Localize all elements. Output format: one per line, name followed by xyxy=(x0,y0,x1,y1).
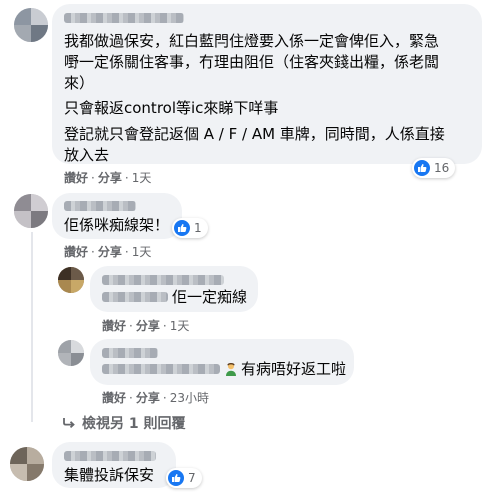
reaction-badge[interactable]: 16 xyxy=(412,158,456,178)
like-icon xyxy=(414,160,430,176)
comment-text-line: 我都做過保安，紅白藍閂住燈要入係一定會俾佢入，緊急 xyxy=(64,32,440,50)
comment-actions: 讚好 · 分享 · 1天 xyxy=(64,171,152,185)
like-icon xyxy=(168,470,184,486)
timestamp[interactable]: 1天 xyxy=(132,245,152,259)
comment-text-line: 放入去 xyxy=(64,146,110,164)
like-button[interactable]: 讚好 xyxy=(64,171,88,185)
share-button[interactable]: 分享 xyxy=(136,319,160,333)
avatar[interactable] xyxy=(14,8,48,42)
comment-text-line: 只會報返control等ic來睇下咩事 xyxy=(64,99,279,117)
share-button[interactable]: 分享 xyxy=(98,171,122,185)
comment-text-line: 來） xyxy=(64,74,95,92)
avatar[interactable] xyxy=(10,447,44,481)
reply-arrow-icon xyxy=(62,417,76,429)
timestamp[interactable]: 1天 xyxy=(132,171,152,185)
reaction-count: 1 xyxy=(194,221,202,235)
like-icon xyxy=(174,220,190,236)
reply-text-content: 有病唔好返工啦 xyxy=(241,360,347,378)
commenter-name[interactable] xyxy=(102,348,158,358)
share-button[interactable]: 分享 xyxy=(98,245,122,259)
timestamp[interactable]: 1天 xyxy=(170,319,190,333)
commenter-name[interactable] xyxy=(64,451,156,461)
like-button[interactable]: 讚好 xyxy=(102,319,126,333)
reply-text: 有病唔好返工啦 xyxy=(224,359,346,380)
comment-actions: 讚好 · 分享 · 23小時 xyxy=(102,391,209,405)
commenter-name[interactable] xyxy=(64,13,184,23)
thread-line xyxy=(31,232,33,422)
view-more-replies-link[interactable]: 檢視另 1 則回覆 xyxy=(62,413,186,433)
like-button[interactable]: 讚好 xyxy=(64,245,88,259)
mentioned-name[interactable] xyxy=(102,364,220,374)
comment-text: 佢係咪痴線架！ xyxy=(64,216,170,234)
avatar[interactable] xyxy=(58,267,84,293)
avatar[interactable] xyxy=(58,340,84,366)
share-button[interactable]: 分享 xyxy=(136,391,160,405)
view-more-replies-label[interactable]: 檢視另 1 則回覆 xyxy=(82,416,186,432)
comment-text-line: 登記就只會登記返個 A / F / AM 車牌，同時間，人係直接 xyxy=(64,125,445,143)
reaction-count: 7 xyxy=(188,471,196,485)
person-emoji-icon xyxy=(224,361,238,376)
reaction-badge[interactable]: 7 xyxy=(166,468,202,488)
comment-text: 集體投訴保安 xyxy=(64,466,155,484)
reaction-count: 16 xyxy=(434,161,450,175)
comment-text-line: 嘢一定係關住客事，冇理由阻佢（住客夾錢出糧，係老闆 xyxy=(64,53,440,71)
commenter-name[interactable] xyxy=(64,201,136,211)
mentioned-name[interactable] xyxy=(102,292,168,302)
avatar[interactable] xyxy=(14,194,48,228)
reaction-badge[interactable]: 1 xyxy=(172,218,208,238)
timestamp[interactable]: 23小時 xyxy=(170,391,209,405)
reply-text: 佢一定痴線 xyxy=(172,288,248,306)
like-button[interactable]: 讚好 xyxy=(102,391,126,405)
commenter-name[interactable] xyxy=(102,275,224,285)
comment-actions: 讚好 · 分享 · 1天 xyxy=(102,319,190,333)
comment-actions: 讚好 · 分享 · 1天 xyxy=(64,245,152,259)
